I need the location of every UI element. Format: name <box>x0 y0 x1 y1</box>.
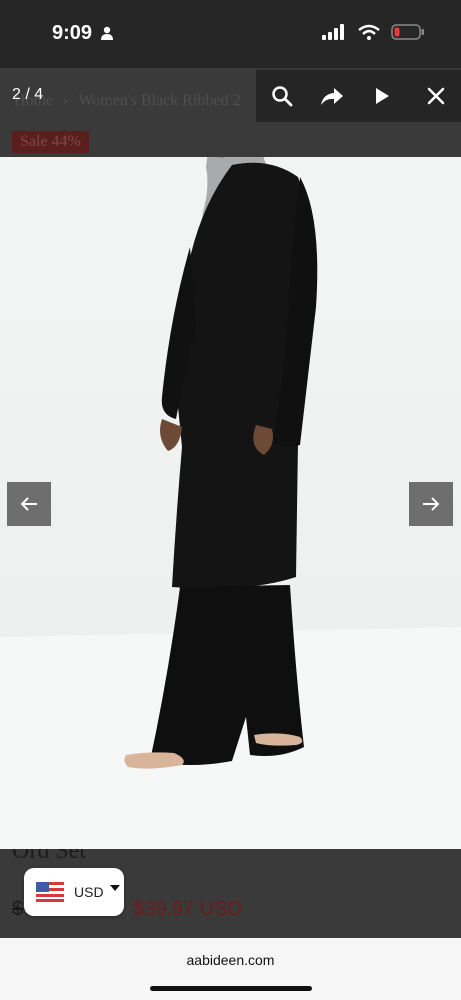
arrow-right-icon <box>423 497 440 511</box>
url-text[interactable]: aabideen.com <box>0 952 461 968</box>
us-flag-icon <box>36 882 64 902</box>
breadcrumb-product: Women's Black Ribbed 2 <box>78 92 241 109</box>
person-icon <box>101 26 113 40</box>
previous-image-button[interactable] <box>7 482 51 526</box>
sale-badge: Sale 44% <box>12 131 89 153</box>
play-icon <box>376 88 389 104</box>
breadcrumb-separator: › <box>63 92 69 109</box>
currency-selector[interactable]: USD <box>24 868 124 916</box>
product-image[interactable] <box>0 157 461 849</box>
status-bar: 9:09 <box>0 0 461 68</box>
signal-icon <box>322 24 345 40</box>
home-indicator <box>150 986 312 991</box>
slideshow-button[interactable] <box>368 82 396 110</box>
close-icon <box>427 87 445 105</box>
wifi-icon <box>357 24 380 40</box>
close-button[interactable] <box>422 82 450 110</box>
zoom-button[interactable] <box>268 82 296 110</box>
share-button[interactable] <box>318 82 346 110</box>
image-counter: 2 / 4 <box>12 86 44 103</box>
caret-down-icon <box>109 885 120 891</box>
sale-price: $39.97 USD <box>132 898 242 920</box>
browser-url-bar[interactable]: aabideen.com <box>0 938 461 1000</box>
status-icons <box>322 24 425 45</box>
share-icon <box>321 88 343 105</box>
status-time: 9:09 <box>52 22 93 44</box>
battery-icon <box>391 24 424 40</box>
model-wearing-black-set-image <box>0 157 461 849</box>
viewer-toolbar <box>256 70 461 122</box>
search-icon <box>272 86 293 107</box>
next-image-button[interactable] <box>409 482 453 526</box>
arrow-left-icon <box>20 497 37 511</box>
currency-code: USD <box>74 884 104 900</box>
